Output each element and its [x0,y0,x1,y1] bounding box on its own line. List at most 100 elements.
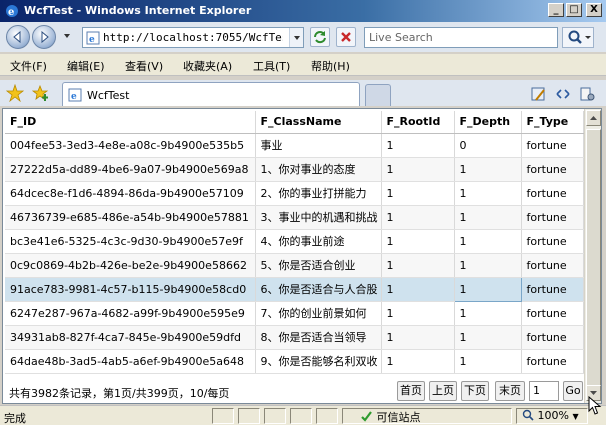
column-header-f-classname[interactable]: F_ClassName [255,111,382,134]
status-cell [212,408,234,424]
page-icon: e [68,88,82,102]
cell-f-rootid: 1 [381,181,455,206]
history-dropdown-icon[interactable] [64,34,70,38]
cell-f-classname: 5、你是否适合创业 [255,253,382,278]
cell-f-id: 0c9c0869-4b2b-426e-be2e-9b4900e58662 [5,253,256,278]
cell-f-depth: 0 [454,133,522,158]
menu-bar: 文件(F) 编辑(E) 查看(V) 收藏夹(A) 工具(T) 帮助(H) [0,54,606,76]
minimize-button[interactable]: _ [548,3,564,17]
favorites-star-icon[interactable] [6,84,24,102]
column-header-f-depth[interactable]: F_Depth [454,111,522,134]
grid-header-row: F_ID F_ClassName F_RootId F_Depth F_Type [5,111,584,134]
table-row[interactable]: 004fee53-3ed3-4e8e-a08c-9b4900e535b5 事业 … [5,133,584,158]
cell-f-type: fortune [521,133,584,158]
zoom-control[interactable]: 100% ▼ [522,409,579,422]
status-cell [316,408,338,424]
close-button[interactable]: X [586,3,602,17]
vertical-scrollbar[interactable] [584,109,601,403]
search-input[interactable]: Live Search [364,27,558,48]
navigation-bar: e http://localhost:7055/WcfTestTe Live S… [0,22,606,52]
table-row[interactable]: 27222d5a-dd89-4be6-9a07-9b4900e569a8 1、你… [5,157,584,182]
menu-favorites[interactable]: 收藏夹(A) [183,58,232,74]
table-row[interactable]: 6247e287-967a-4682-a99f-9b4900e595e9 7、你… [5,301,584,326]
column-header-f-rootid[interactable]: F_RootId [381,111,455,134]
menu-edit[interactable]: 编辑(E) [67,58,105,74]
cell-f-id: 34931ab8-827f-4ca7-845e-9b4900e59dfd [5,325,256,350]
status-cell [238,408,260,424]
cell-f-depth: 1 [454,325,522,350]
column-header-f-id[interactable]: F_ID [5,111,256,134]
address-dropdown[interactable] [289,28,303,47]
scroll-up-button[interactable] [586,110,601,126]
cell-f-rootid: 1 [381,133,455,158]
cell-f-rootid: 1 [381,157,455,182]
next-page-button[interactable]: 下页 [461,381,489,401]
cell-f-id: 46736739-e685-486e-a54b-9b4900e57881 [5,205,256,230]
maximize-button[interactable]: □ [566,3,582,17]
menu-tools[interactable]: 工具(T) [253,58,290,74]
security-zone[interactable]: 可信站点 [360,409,421,425]
chevron-down-icon: ▼ [572,412,579,421]
menu-file[interactable]: 文件(F) [10,58,47,74]
cell-f-id: 64dcec8e-f1d6-4894-86da-9b4900e57109 [5,181,256,206]
page-tools-icon[interactable] [554,85,572,103]
cell-f-depth: 1 [454,253,522,278]
cell-f-type: fortune [521,205,584,230]
scroll-thumb[interactable] [586,129,601,389]
pager: 共有3982条记录，第1页/共399页，10/每页 首页 上页 下页 末页 1 … [5,379,583,403]
table-row[interactable]: bc3e41e6-5325-4c3c-9d30-9b4900e57e9f 4、你… [5,229,584,254]
forward-button[interactable] [32,25,56,49]
address-bar[interactable]: e http://localhost:7055/WcfTestTe [82,27,304,48]
zoom-icon [522,409,534,421]
cell-f-rootid: 1 [381,253,455,278]
refresh-button[interactable] [310,27,330,47]
cell-f-depth: 1 [454,349,522,374]
menu-help[interactable]: 帮助(H) [311,58,350,74]
svg-text:e: e [89,35,95,45]
table-row[interactable]: 34931ab8-827f-4ca7-845e-9b4900e59dfd 8、你… [5,325,584,350]
cell-f-type: fortune [521,253,584,278]
back-button[interactable] [6,25,30,49]
tab-wcftest[interactable]: e WcfTest [62,82,360,106]
table-row[interactable]: 64dcec8e-f1d6-4894-86da-9b4900e57109 2、你… [5,181,584,206]
new-tab-button[interactable] [365,84,391,106]
cell-f-id: 91ace783-9981-4c57-b115-9b4900e58cd0 [5,277,256,302]
pager-info: 共有3982条记录，第1页/共399页，10/每页 [9,387,230,400]
last-page-button[interactable]: 末页 [495,381,525,401]
url-text[interactable]: http://localhost:7055/WcfTestTe [103,31,283,44]
cell-f-depth: 1 [454,205,522,230]
column-header-f-type[interactable]: F_Type [521,111,584,134]
stop-button[interactable] [336,27,356,47]
window-title: WcfTest - Windows Internet Explorer [24,4,252,17]
first-page-button[interactable]: 首页 [397,381,425,401]
cell-f-id: 004fee53-3ed3-4e8e-a08c-9b4900e535b5 [5,133,256,158]
title-bar: e WcfTest - Windows Internet Explorer _ … [0,0,606,22]
menu-view[interactable]: 查看(V) [125,58,163,74]
table-row-selected[interactable]: 91ace783-9981-4c57-b115-9b4900e58cd0 6、你… [5,276,584,302]
cell-f-depth: 1 [454,301,522,326]
page-number-input[interactable]: 1 [529,381,559,401]
table-row[interactable]: 64dae48b-3ad5-4ab5-a6ef-9b4900e5a648 9、你… [5,349,584,374]
status-cell [290,408,312,424]
cell-f-type: fortune [521,301,584,326]
table-row[interactable]: 46736739-e685-486e-a54b-9b4900e57881 3、事… [5,205,584,230]
tab-bar: e WcfTest [0,80,606,106]
search-button[interactable] [562,27,594,48]
cell-f-rootid: 1 [381,349,455,374]
cell-f-classname: 4、你的事业前途 [255,229,382,254]
cell-f-classname: 事业 [255,133,382,158]
feeds-icon[interactable] [530,85,548,103]
tools-gear-icon[interactable] [578,85,596,103]
cell-f-classname: 2、你的事业打拼能力 [255,181,382,206]
go-button[interactable]: Go [563,381,583,401]
cell-f-type: fortune [521,349,584,374]
zoom-level: 100% [537,409,569,422]
table-row[interactable]: 0c9c0869-4b2b-426e-be2e-9b4900e58662 5、你… [5,253,584,278]
cell-f-type: fortune [521,277,584,302]
cell-f-classname: 9、你是否能够名利双收 [255,349,382,374]
add-favorites-icon[interactable] [32,84,50,102]
cell-f-rootid: 1 [381,205,455,230]
cell-f-classname: 7、你的创业前景如何 [255,301,382,326]
prev-page-button[interactable]: 上页 [429,381,457,401]
stop-icon [341,32,351,42]
